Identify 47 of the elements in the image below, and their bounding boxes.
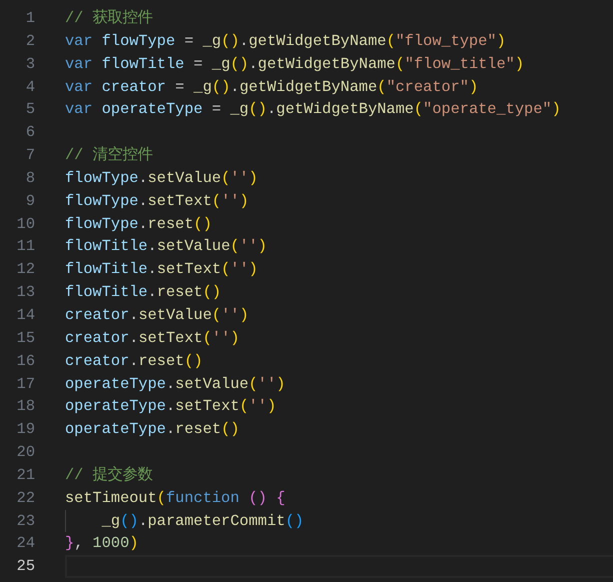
code-line: creator.setValue('') (65, 306, 249, 324)
line-number: 22 (16, 488, 35, 509)
line-number: 7 (24, 145, 35, 166)
code-line: flowTitle.setText('') (65, 260, 258, 278)
code-line: operateType.setText('') (65, 397, 276, 416)
code-line: flowType.reset() (65, 214, 212, 233)
line-number: 13 (16, 282, 35, 304)
code-line: var creator = _g().getWidgetByName("creator") (65, 78, 478, 96)
code-comment: // 清空控件 (65, 146, 153, 164)
code-line: setTimeout(function () { (65, 488, 286, 507)
line-number: 4 (24, 76, 35, 98)
line-number: 8 (24, 168, 35, 189)
code-line: }, 1000) (65, 534, 138, 552)
line-number: 14 (16, 304, 35, 326)
line-number: 16 (16, 350, 35, 372)
line-number: 21 (16, 464, 35, 486)
line-number: 23 (16, 510, 35, 532)
line-number: 2 (24, 30, 35, 52)
code-comment: // 获取控件 (65, 9, 153, 27)
line-number: 12 (16, 259, 35, 280)
code-line: operateType.reset() (65, 420, 240, 438)
code-line: flowType.setText('') (65, 192, 249, 210)
line-number: 11 (16, 236, 35, 258)
line-number: 25 (16, 556, 35, 578)
line-number: 17 (16, 374, 35, 394)
code-line: flowType.setValue('') (65, 168, 258, 187)
line-number: 24 (16, 533, 35, 554)
code-comment: // 提交参数 (65, 466, 153, 484)
line-number: 19 (16, 419, 35, 440)
line-number: 5 (24, 99, 35, 120)
code-line: flowTitle.reset() (65, 283, 222, 302)
code-line: var flowType = _g().getWidgetByName("flow_type") (65, 32, 506, 50)
code-line: flowTitle.setValue('') (65, 237, 267, 256)
code-line: creator.setText('') (65, 328, 240, 347)
code-line: creator.reset() (65, 352, 203, 370)
line-number: 18 (16, 396, 35, 418)
code-line: var flowTitle = _g().getWidgetByName("flow_title") (65, 54, 524, 73)
line-number: 9 (24, 190, 35, 212)
code-line: operateType.setValue('') (65, 374, 286, 392)
line-number: 10 (16, 214, 35, 235)
line-number: 3 (24, 54, 35, 75)
line-number: 6 (24, 122, 35, 144)
line-number: 15 (16, 328, 35, 349)
code-line: var operateType = _g().getWidgetByName("operate_type") (65, 100, 561, 118)
code-line: _g().parameterCommit() (100, 512, 304, 530)
line-number: 20 (16, 442, 35, 464)
line-number: 1 (24, 8, 35, 29)
